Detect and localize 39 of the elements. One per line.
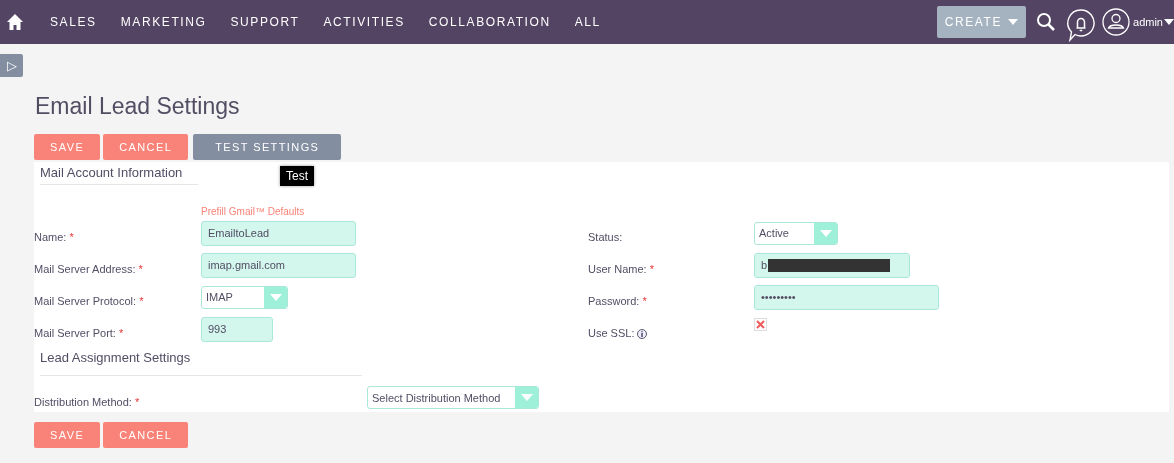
section-heading: Lead Assignment Settings (39, 349, 192, 367)
field-label: Name: * (34, 231, 74, 243)
field-label: Password: * (588, 295, 647, 307)
page-title: Email Lead Settings (35, 93, 240, 119)
field-label: Mail Server Protocol: * (34, 295, 144, 307)
field-label: Mail Server Port: * (34, 327, 124, 339)
caret-icon[interactable] (1164, 19, 1174, 25)
user-avatar-icon[interactable] (1102, 8, 1131, 36)
info-icon[interactable] (637, 329, 648, 340)
caret-icon (520, 394, 533, 401)
input-field[interactable]: EmailtoLead (201, 220, 356, 246)
field-label: User Name: * (588, 263, 655, 275)
notification-bell-icon[interactable] (1066, 8, 1097, 42)
nav-link[interactable]: SUPPORT (224, 11, 306, 33)
input-field[interactable]: b (754, 252, 910, 278)
tooltip: Test (280, 166, 314, 186)
input-field[interactable]: ••••••••• (754, 284, 939, 310)
home-icon[interactable] (6, 13, 24, 31)
nav-link[interactable]: SALES (44, 11, 103, 33)
caret-icon (1008, 19, 1019, 25)
nav-link[interactable]: ALL (568, 11, 607, 33)
input-field[interactable]: imap.gmail.com (201, 252, 356, 278)
field-label: Distribution Method: * (34, 395, 140, 408)
checkbox[interactable] (754, 317, 767, 331)
dropdown[interactable]: IMAP (201, 285, 288, 309)
field-label: Mail Server Address: * (34, 263, 143, 275)
search-icon[interactable] (1036, 12, 1057, 32)
dropdown[interactable]: Active (754, 221, 838, 245)
caret-icon (269, 293, 282, 301)
caret-icon (819, 229, 832, 237)
nav-link[interactable]: COLLABORATION (422, 11, 557, 33)
nav-link[interactable]: ACTIVITIES (317, 11, 411, 33)
field-label: Status: (588, 231, 623, 243)
dropdown[interactable]: Select Distribution Method (367, 386, 539, 409)
nav-link[interactable]: MARKETING (114, 11, 213, 33)
input-field[interactable]: 993 (201, 316, 273, 342)
section-heading: Mail Account Information (39, 164, 184, 182)
user-menu[interactable]: admin (1133, 16, 1163, 28)
field-label: Use SSL: (588, 326, 635, 339)
